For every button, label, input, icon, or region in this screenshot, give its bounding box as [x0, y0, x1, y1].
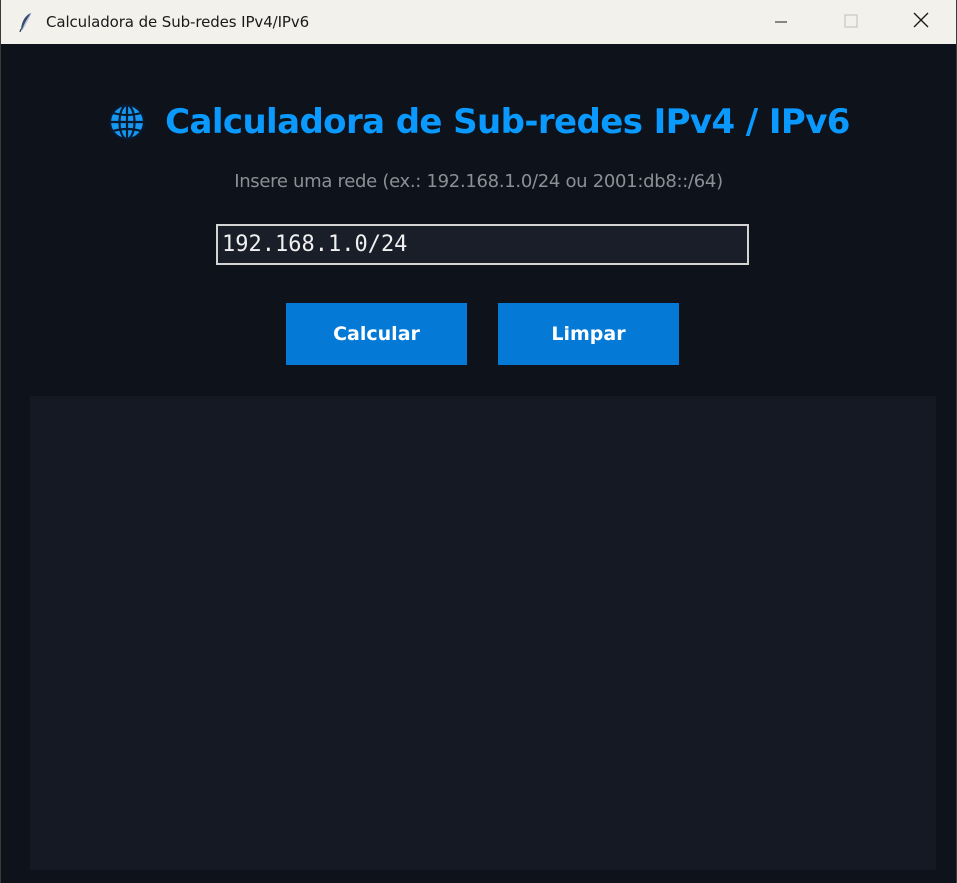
calculate-button[interactable]: Calcular — [286, 303, 467, 365]
network-input[interactable] — [216, 224, 749, 265]
maximize-icon — [844, 13, 858, 32]
app-window: Calculadora de Sub-redes IPv4/IPv6 Calcu… — [0, 0, 957, 883]
title-bar[interactable]: Calculadora de Sub-redes IPv4/IPv6 — [1, 0, 956, 44]
maximize-button[interactable] — [816, 0, 886, 44]
clear-button[interactable]: Limpar — [498, 303, 679, 365]
main-content: Calculadora de Sub-redes IPv4 / IPv6 Ins… — [1, 44, 956, 883]
feather-icon — [18, 12, 34, 32]
minimize-icon — [775, 13, 787, 32]
window-title: Calculadora de Sub-redes IPv4/IPv6 — [46, 13, 310, 31]
results-output[interactable] — [30, 396, 936, 870]
window-controls — [746, 0, 956, 44]
close-button[interactable] — [886, 0, 956, 44]
page-title: Calculadora de Sub-redes IPv4 / IPv6 — [165, 102, 850, 142]
page-subtitle: Insere uma rede (ex.: 192.168.1.0/24 ou … — [234, 171, 723, 192]
close-icon — [913, 12, 929, 32]
minimize-button[interactable] — [746, 0, 816, 44]
globe-icon — [107, 102, 147, 142]
page-title-row: Calculadora de Sub-redes IPv4 / IPv6 — [1, 102, 956, 142]
